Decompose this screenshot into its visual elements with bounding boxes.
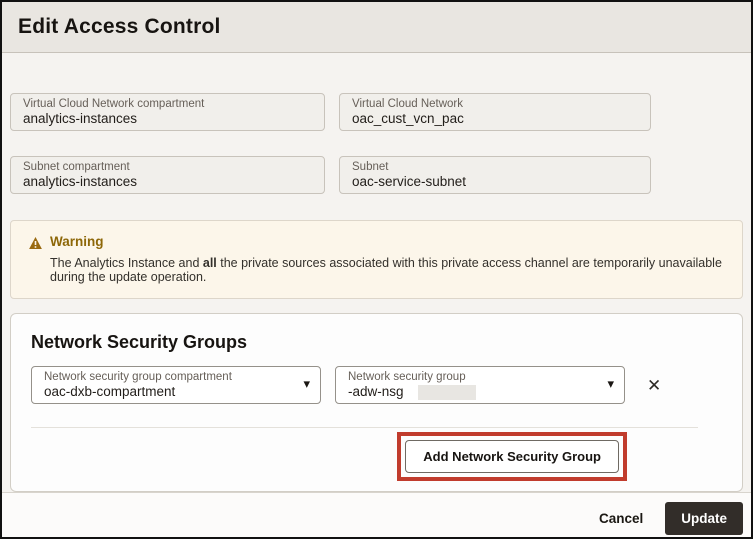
add-network-security-group-button[interactable]: Add Network Security Group	[405, 440, 619, 473]
nsg-compartment-dropdown[interactable]: Network security group compartment oac-d…	[31, 366, 321, 404]
dialog-header: Edit Access Control	[2, 2, 751, 53]
dropdown-value: oac-dxb-compartment	[44, 384, 290, 400]
field-label: Virtual Cloud Network	[352, 97, 638, 111]
nsg-group-dropdown[interactable]: Network security group -adw-nsg ▾	[335, 366, 625, 404]
field-vcn-compartment: Virtual Cloud Network compartment analyt…	[10, 93, 325, 131]
field-label: Virtual Cloud Network compartment	[23, 97, 312, 111]
field-value: analytics-instances	[23, 111, 312, 127]
field-subnet: Subnet oac-service-subnet	[339, 156, 651, 194]
network-security-groups-section: Network Security Groups Network security…	[10, 313, 743, 492]
add-button-row: Add Network Security Group	[31, 432, 722, 481]
field-label: Subnet compartment	[23, 160, 312, 174]
warning-message: The Analytics Instance and all the priva…	[29, 256, 724, 284]
warning-header: Warning	[29, 234, 724, 249]
cancel-button[interactable]: Cancel	[599, 511, 643, 526]
dropdown-label: Network security group compartment	[44, 370, 290, 384]
dropdown-value: -adw-nsg	[348, 384, 594, 400]
dialog-footer: Cancel Update	[2, 492, 751, 539]
field-value: analytics-instances	[23, 174, 312, 190]
update-button[interactable]: Update	[665, 502, 743, 535]
page-title: Edit Access Control	[18, 15, 221, 39]
highlight-annotation-box: Add Network Security Group	[397, 432, 627, 481]
network-fields-grid: Virtual Cloud Network compartment analyt…	[10, 93, 743, 194]
warning-triangle-icon	[29, 236, 42, 248]
chevron-down-icon: ▾	[303, 376, 310, 392]
dropdown-value-text: -adw-nsg	[348, 384, 404, 400]
chevron-down-icon: ▾	[607, 376, 614, 392]
field-value: oac_cust_vcn_pac	[352, 111, 638, 127]
field-label: Subnet	[352, 160, 638, 174]
dialog-body: Virtual Cloud Network compartment analyt…	[2, 53, 751, 492]
redacted-text-block	[418, 385, 476, 400]
field-vcn: Virtual Cloud Network oac_cust_vcn_pac	[339, 93, 651, 131]
edit-access-control-dialog: Edit Access Control Virtual Cloud Networ…	[0, 0, 753, 539]
warning-text-bold: all	[203, 256, 217, 270]
section-title: Network Security Groups	[31, 332, 722, 353]
dropdown-label: Network security group	[348, 370, 594, 384]
remove-nsg-icon[interactable]: ✕	[647, 377, 661, 394]
nsg-row: Network security group compartment oac-d…	[31, 366, 722, 404]
field-value: oac-service-subnet	[352, 174, 638, 190]
section-divider	[31, 427, 698, 428]
field-subnet-compartment: Subnet compartment analytics-instances	[10, 156, 325, 194]
warning-banner: Warning The Analytics Instance and all t…	[10, 220, 743, 299]
warning-title: Warning	[50, 234, 104, 249]
warning-text-part: The Analytics Instance and	[50, 256, 203, 270]
